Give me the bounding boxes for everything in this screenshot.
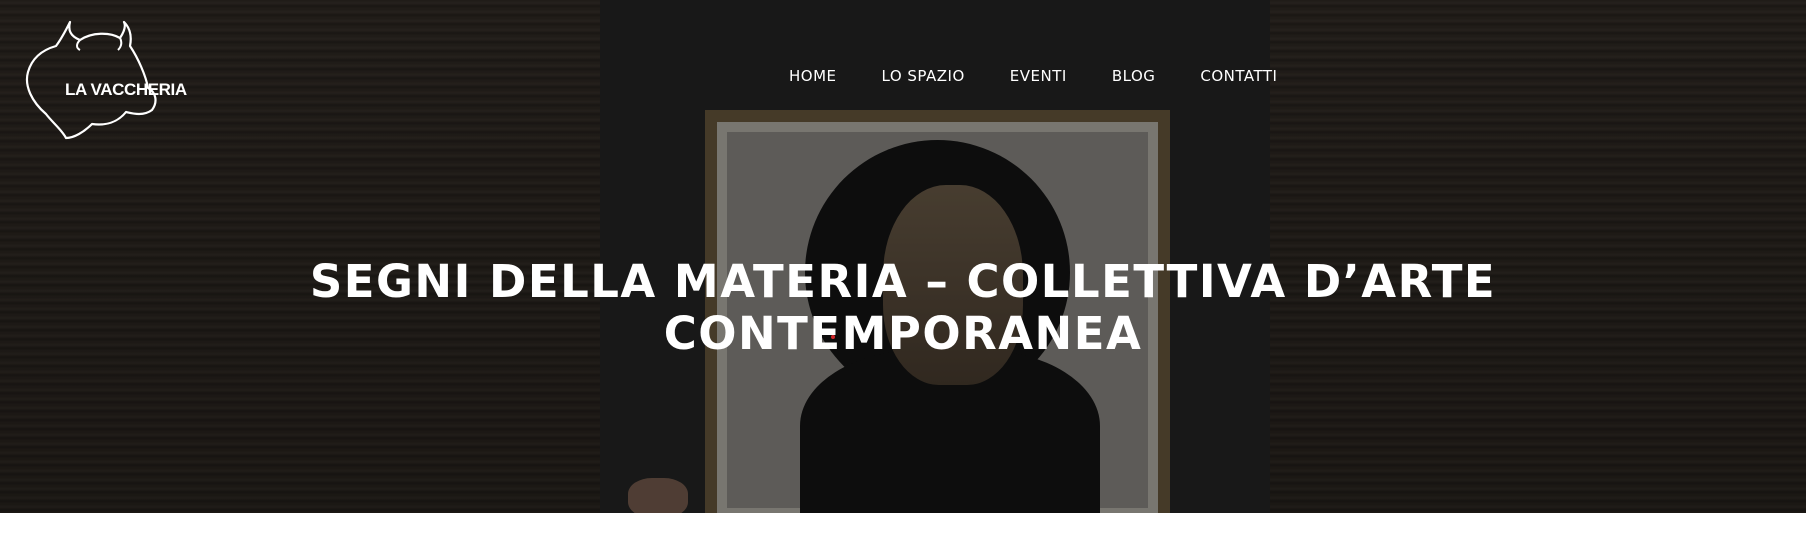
nav-item-lo-spazio[interactable]: LO SPAZIO (882, 67, 965, 85)
site-logo-text: LA VACCHERIA (65, 80, 187, 99)
cow-head-icon (25, 20, 157, 140)
hero-banner: LA VACCHERIA HOME LO SPAZIO EVENTI BLOG … (0, 0, 1806, 513)
nav-item-eventi[interactable]: EVENTI (1010, 67, 1067, 85)
page-title-line-1: SEGNI DELLA MATERIA – COLLETTIVA D’ARTE (309, 255, 1497, 309)
nav-item-contatti[interactable]: CONTATTI (1200, 67, 1277, 85)
nav-item-blog[interactable]: BLOG (1112, 67, 1156, 85)
site-logo-link[interactable]: LA VACCHERIA (22, 18, 187, 140)
nav-item-home[interactable]: HOME (789, 67, 837, 85)
page-title-line-2: CONTEMPORANEA (663, 307, 1143, 361)
page-title: SEGNI DELLA MATERIA – COLLETTIVA D’ARTE … (0, 256, 1806, 360)
main-navigation: HOME LO SPAZIO EVENTI BLOG CONTATTI (789, 67, 1277, 85)
accent-dot (831, 335, 835, 339)
